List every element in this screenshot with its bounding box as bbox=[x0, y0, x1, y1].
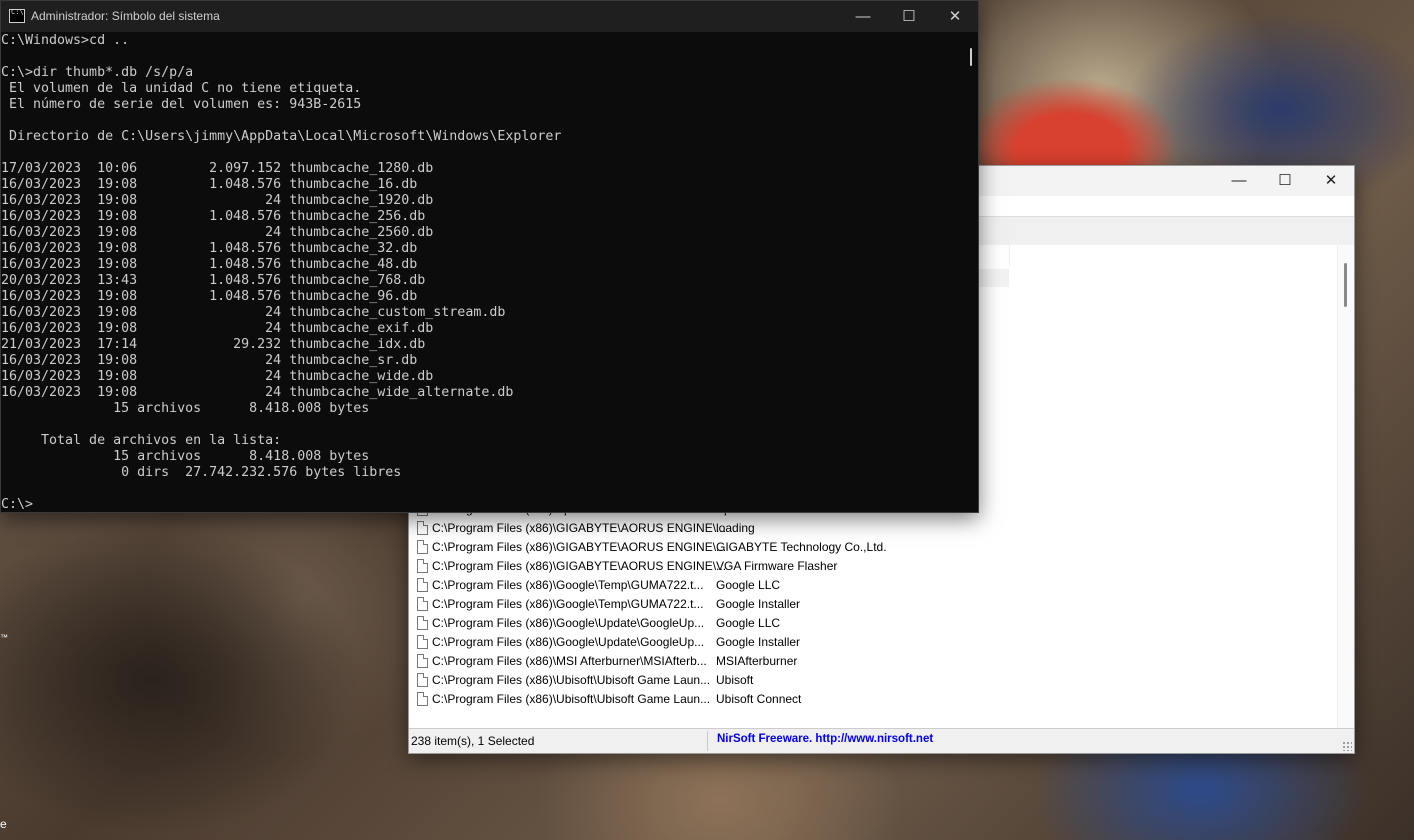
file-icon bbox=[417, 616, 428, 630]
resize-grip-icon[interactable] bbox=[1342, 741, 1352, 751]
nirsoft-statusbar: 238 item(s), 1 Selected NirSoft Freeware… bbox=[409, 728, 1354, 753]
row-company: Google LLC bbox=[716, 616, 781, 630]
table-row[interactable]: C:\Program Files (x86)\GIGABYTE\AORUS EN… bbox=[409, 538, 1338, 557]
cmd-minimize-button[interactable]: — bbox=[840, 1, 886, 32]
table-row[interactable]: C:\Program Files (x86)\Ubisoft\Ubisoft G… bbox=[409, 671, 1338, 690]
row-company: GIGABYTE Technology Co.,Ltd. bbox=[716, 540, 887, 554]
console-line: 16/03/2023 19:08 24 thumbcache_exif.db bbox=[1, 321, 434, 336]
console-line: Directorio de C:\Users\jimmy\AppData\Loc… bbox=[1, 129, 562, 144]
nirsoft-visible-rows: C:\Program Files (x86)\Epic Games\Launch… bbox=[409, 500, 1338, 709]
cmd-window-title: Administrador: Símbolo del sistema bbox=[31, 9, 220, 23]
console-line: 16/03/2023 19:08 24 thumbcache_wide.db bbox=[1, 369, 434, 384]
row-path: C:\Program Files (x86)\Ubisoft\Ubisoft G… bbox=[432, 673, 711, 687]
console-line: 16/03/2023 19:08 1.048.576 thumbcache_32… bbox=[1, 241, 418, 256]
console-line: 16/03/2023 19:08 24 thumbcache_2560.db bbox=[1, 225, 434, 240]
console-line: 16/03/2023 19:08 1.048.576 thumbcache_25… bbox=[1, 209, 426, 224]
file-icon bbox=[417, 673, 428, 687]
table-row[interactable]: C:\Program Files (x86)\GIGABYTE\AORUS EN… bbox=[409, 519, 1338, 538]
console-line: C:\Windows>cd .. bbox=[1, 33, 130, 48]
row-path: C:\Program Files (x86)\Ubisoft\Ubisoft G… bbox=[432, 692, 711, 706]
console-line: 15 archivos 8.418.008 bytes bbox=[1, 449, 370, 464]
file-icon bbox=[417, 597, 428, 611]
file-icon bbox=[417, 635, 428, 649]
status-item-count: 238 item(s), 1 Selected bbox=[411, 734, 535, 748]
console-line: 15 archivos 8.418.008 bytes bbox=[1, 401, 370, 416]
console-line: El número de serie del volumen es: 943B-… bbox=[1, 97, 362, 112]
cmd-scrollbar[interactable] bbox=[964, 32, 978, 512]
console-line: 21/03/2023 17:14 29.232 thumbcache_idx.d… bbox=[1, 337, 426, 352]
file-icon bbox=[417, 521, 428, 535]
file-icon bbox=[417, 692, 428, 706]
row-company: loading bbox=[716, 521, 755, 535]
row-path: C:\Program Files (x86)\Google\Temp\GUMA7… bbox=[432, 578, 704, 592]
row-company: VGA Firmware Flasher bbox=[716, 559, 838, 573]
table-row[interactable]: C:\Program Files (x86)\Google\Temp\GUMA7… bbox=[409, 595, 1338, 614]
table-row[interactable]: C:\Program Files (x86)\Google\Temp\GUMA7… bbox=[409, 576, 1338, 595]
console-line: 20/03/2023 13:43 1.048.576 thumbcache_76… bbox=[1, 273, 426, 288]
row-path: C:\Program Files (x86)\MSI Afterburner\M… bbox=[432, 654, 707, 668]
cmd-window[interactable]: C:\ Administrador: Símbolo del sistema —… bbox=[0, 0, 979, 513]
table-row[interactable]: C:\Program Files (x86)\GIGABYTE\AORUS EN… bbox=[409, 557, 1338, 576]
table-row[interactable]: C:\Program Files (x86)\Ubisoft\Ubisoft G… bbox=[409, 690, 1338, 709]
console-line: 16/03/2023 19:08 24 thumbcache_wide_alte… bbox=[1, 385, 514, 400]
row-path: C:\Program Files (x86)\GIGABYTE\AORUS EN… bbox=[432, 559, 727, 573]
console-line: 16/03/2023 19:08 1.048.576 thumbcache_96… bbox=[1, 289, 418, 304]
cmd-maximize-button[interactable]: ☐ bbox=[886, 1, 932, 32]
nirsoft-minimize-button[interactable]: — bbox=[1216, 166, 1262, 196]
row-company: Ubisoft Connect bbox=[716, 692, 802, 706]
row-path: C:\Program Files (x86)\Google\Update\Goo… bbox=[432, 616, 705, 630]
console-line: 16/03/2023 19:08 24 thumbcache_sr.db bbox=[1, 353, 418, 368]
console-line: 16/03/2023 19:08 24 thumbcache_custom_st… bbox=[1, 305, 506, 320]
table-row[interactable]: C:\Program Files (x86)\Google\Update\Goo… bbox=[409, 633, 1338, 652]
cmd-scroll-thumb[interactable] bbox=[970, 48, 972, 66]
cmd-close-button[interactable]: ✕ bbox=[932, 1, 978, 32]
nirsoft-scrollbar[interactable] bbox=[1337, 245, 1354, 729]
status-divider bbox=[707, 731, 708, 751]
table-row[interactable]: C:\Program Files (x86)\Google\Update\Goo… bbox=[409, 614, 1338, 633]
cmd-app-icon: C:\ bbox=[9, 8, 25, 23]
table-row[interactable]: C:\Program Files (x86)\MSI Afterburner\M… bbox=[409, 652, 1338, 671]
desktop-tm-mark: ™ bbox=[0, 633, 8, 642]
row-company: Google LLC bbox=[716, 578, 781, 592]
row-path: C:\Program Files (x86)\GIGABYTE\AORUS EN… bbox=[432, 540, 727, 554]
nirsoft-credit-link[interactable]: NirSoft Freeware. http://www.nirsoft.net bbox=[717, 733, 933, 745]
desktop-edge-letter: e bbox=[0, 817, 7, 831]
console-line: 16/03/2023 19:08 24 thumbcache_1920.db bbox=[1, 193, 434, 208]
console-line: 17/03/2023 10:06 2.097.152 thumbcache_12… bbox=[1, 161, 434, 176]
row-company: Google Installer bbox=[716, 635, 801, 649]
nirsoft-scroll-thumb[interactable] bbox=[1344, 263, 1347, 307]
cmd-console-output[interactable]: C:\Windows>cd .. C:\>dir thumb*.db /s/p/a… bbox=[1, 32, 964, 512]
file-icon bbox=[417, 559, 428, 573]
nirsoft-close-button[interactable]: ✕ bbox=[1308, 166, 1354, 196]
file-icon bbox=[417, 578, 428, 592]
row-path: C:\Program Files (x86)\Google\Update\Goo… bbox=[432, 635, 705, 649]
row-company: Ubisoft bbox=[716, 673, 754, 687]
nirsoft-maximize-button[interactable]: ☐ bbox=[1262, 166, 1308, 196]
console-line: Total de archivos en la lista: bbox=[1, 433, 282, 448]
console-line: El volumen de la unidad C no tiene etiqu… bbox=[1, 81, 362, 96]
row-path: C:\Program Files (x86)\Google\Temp\GUMA7… bbox=[432, 597, 704, 611]
cmd-titlebar[interactable]: C:\ Administrador: Símbolo del sistema —… bbox=[1, 1, 978, 32]
file-icon bbox=[417, 654, 428, 668]
row-path: C:\Program Files (x86)\GIGABYTE\AORUS EN… bbox=[432, 521, 727, 535]
file-icon bbox=[417, 540, 428, 554]
console-line: 0 dirs 27.742.232.576 bytes libres bbox=[1, 465, 402, 480]
row-company: MSIAfterburner bbox=[716, 654, 798, 668]
console-line: 16/03/2023 19:08 1.048.576 thumbcache_16… bbox=[1, 177, 418, 192]
console-line: C:\> bbox=[1, 497, 34, 512]
row-company: Google Installer bbox=[716, 597, 801, 611]
console-line: C:\>dir thumb*.db /s/p/a bbox=[1, 65, 194, 80]
console-line: 16/03/2023 19:08 1.048.576 thumbcache_48… bbox=[1, 257, 418, 272]
